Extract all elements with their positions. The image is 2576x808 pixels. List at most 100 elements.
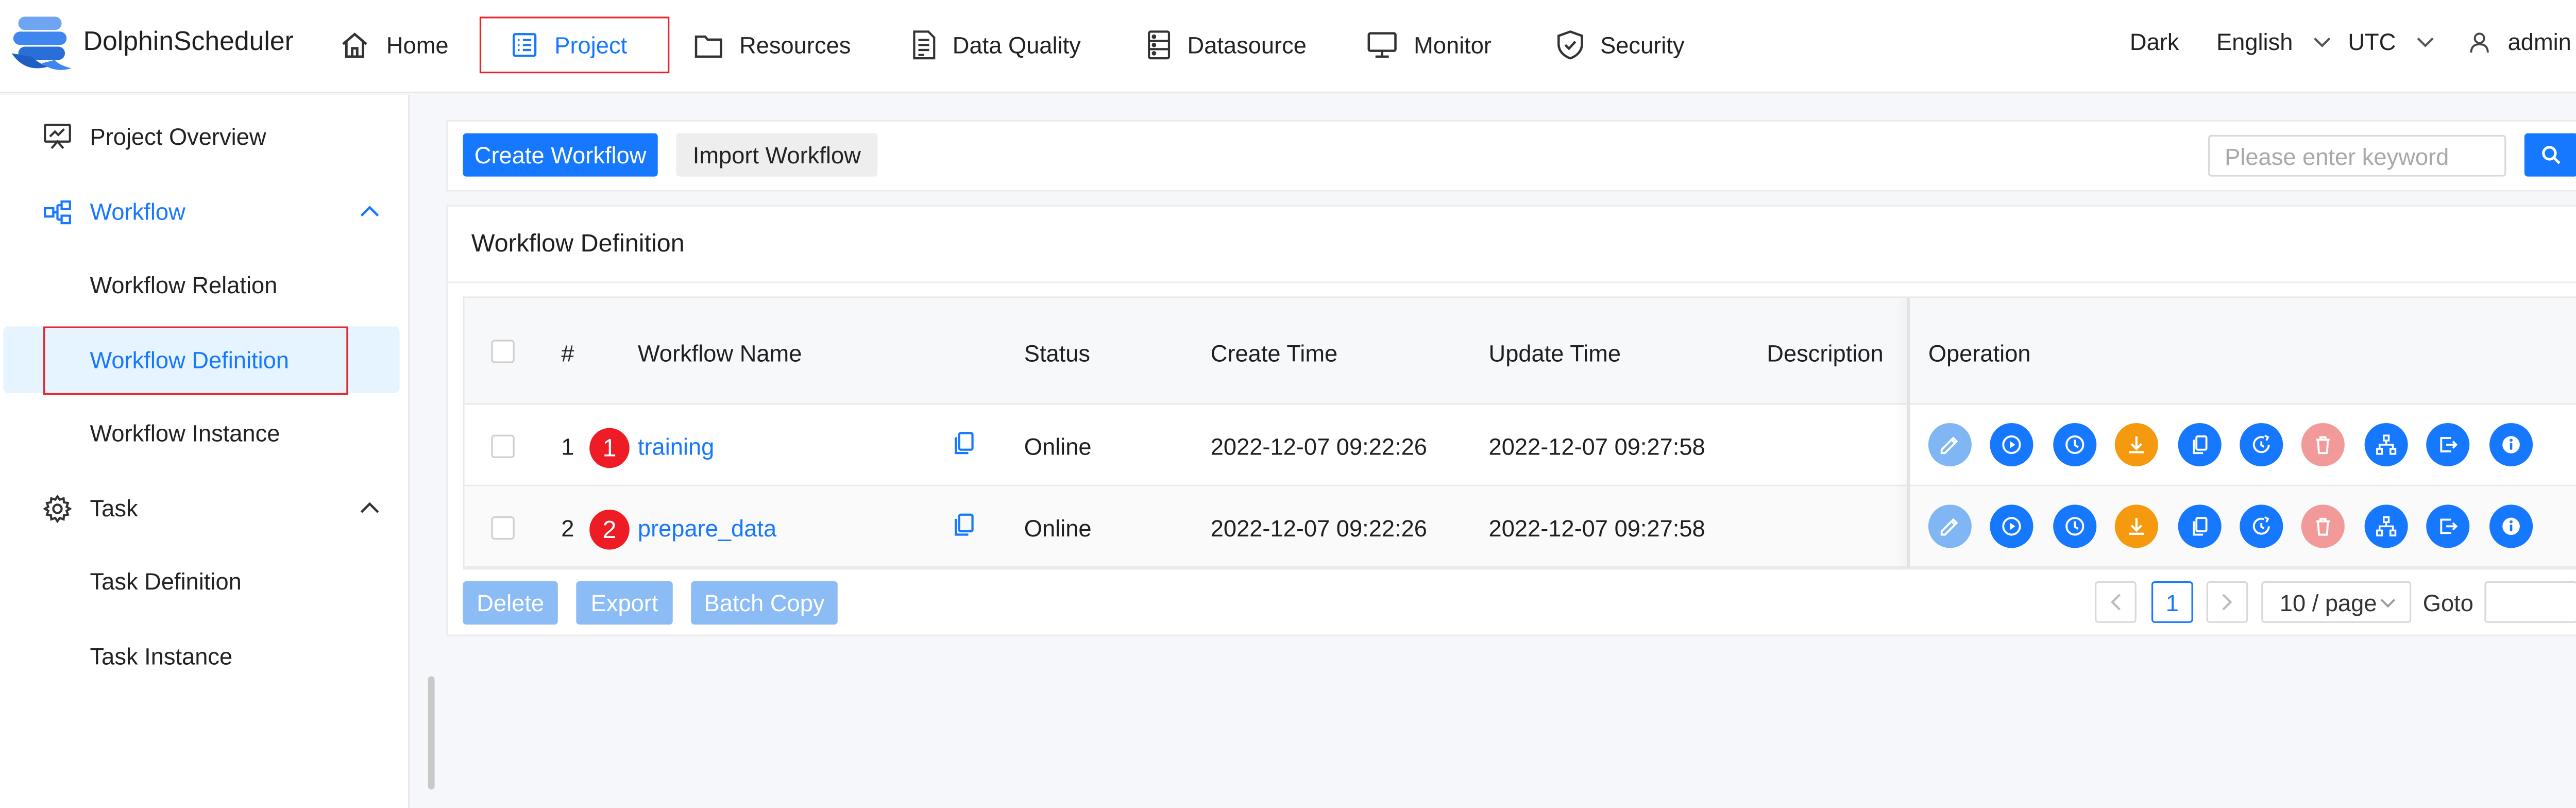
- timezone-select[interactable]: UTC: [2348, 28, 2434, 55]
- timer-button[interactable]: [2240, 504, 2283, 548]
- theme-label: Dark: [2129, 28, 2179, 55]
- user-menu[interactable]: admin: [2469, 28, 2576, 55]
- top-header: DolphinScheduler Home Project Resources …: [0, 0, 2576, 93]
- monitor-icon: [1367, 31, 1397, 58]
- tree-button[interactable]: [2364, 504, 2408, 548]
- search-icon: [2541, 145, 2561, 165]
- nav-datasource[interactable]: Datasource: [1147, 16, 1307, 73]
- nav-home-label: Home: [386, 31, 449, 59]
- app-name[interactable]: DolphinScheduler: [83, 28, 294, 58]
- info-button[interactable]: [2488, 504, 2532, 548]
- chevron-left-icon: [2110, 593, 2122, 612]
- create-workflow-button[interactable]: Create Workflow: [463, 133, 658, 177]
- sidebar-item-workflow-relation[interactable]: Workflow Relation: [0, 251, 400, 318]
- batch-copy-button[interactable]: Batch Copy: [691, 581, 838, 625]
- shield-icon: [1557, 30, 1584, 60]
- chevron-down-icon: [2380, 597, 2396, 607]
- nav-data-quality[interactable]: Data Quality: [912, 16, 1081, 73]
- dolphinscheduler-logo-icon[interactable]: [8, 13, 75, 77]
- prev-page-button[interactable]: [2095, 581, 2137, 623]
- download-button[interactable]: [2115, 423, 2159, 466]
- copy-button[interactable]: [2177, 504, 2221, 548]
- table-row: 1 1 training Online 2022-12-07 09:22:26 …: [464, 405, 2576, 486]
- user-name: admin: [2507, 28, 2571, 55]
- delete-button[interactable]: Delete: [463, 581, 558, 625]
- column-header-create-time: Create Time: [1210, 340, 1338, 367]
- folder-icon: [694, 32, 723, 57]
- import-workflow-button[interactable]: Import Workflow: [676, 133, 878, 177]
- next-page-button[interactable]: [2206, 581, 2248, 623]
- timezone-label: UTC: [2348, 28, 2396, 55]
- nav-security[interactable]: Security: [1557, 16, 1685, 73]
- copy-button[interactable]: [2177, 423, 2221, 466]
- column-header-workflow-name: Workflow Name: [637, 340, 802, 367]
- timer-icon: [2248, 431, 2275, 458]
- nav-datasource-label: Datasource: [1187, 31, 1307, 59]
- nav-resources[interactable]: Resources: [694, 16, 851, 73]
- export-button[interactable]: [2426, 504, 2470, 548]
- edit-button[interactable]: [1928, 423, 1972, 466]
- nav-monitor-label: Monitor: [1414, 31, 1492, 59]
- edit-button[interactable]: [1928, 504, 1972, 548]
- row-index: 2: [561, 514, 574, 542]
- tree-button[interactable]: [2364, 423, 2408, 466]
- database-icon: [1147, 30, 1171, 60]
- sidebar-item-project-overview[interactable]: Project Overview: [0, 103, 400, 170]
- play-circle-button[interactable]: [1990, 423, 2034, 466]
- trash-button[interactable]: [2302, 504, 2346, 548]
- trash-button[interactable]: [2302, 423, 2346, 466]
- sidebar-item-task-definition[interactable]: Task Definition: [0, 548, 400, 614]
- theme-toggle[interactable]: Dark: [2130, 28, 2179, 55]
- column-header-update-time: Update Time: [1488, 340, 1621, 367]
- goto-page-input[interactable]: [2484, 581, 2576, 623]
- download-button[interactable]: [2115, 504, 2159, 548]
- row-checkbox[interactable]: [491, 516, 515, 540]
- sidebar-item-workflow[interactable]: Workflow: [0, 178, 400, 245]
- sidebar-item-task[interactable]: Task: [0, 475, 400, 541]
- nav-home[interactable]: Home: [340, 16, 449, 73]
- export-button[interactable]: Export: [576, 581, 673, 625]
- copy-icon: [2185, 431, 2212, 458]
- tree-icon: [2372, 513, 2399, 540]
- info-button[interactable]: [2488, 423, 2532, 466]
- sidebar-item-label: Task Definition: [90, 568, 242, 595]
- nav-project[interactable]: Project: [479, 16, 670, 74]
- clock-button[interactable]: [2053, 423, 2096, 466]
- clock-button[interactable]: [2053, 504, 2096, 548]
- page-size-label: 10 / page: [2279, 588, 2377, 616]
- language-select[interactable]: English: [2216, 28, 2331, 55]
- nav-monitor[interactable]: Monitor: [1367, 16, 1492, 73]
- workflow-name-link[interactable]: prepare_data: [638, 515, 776, 542]
- column-header-description: Description: [1767, 340, 1884, 367]
- create-time-cell: 2022-12-07 09:22:26: [1210, 514, 1427, 542]
- sidebar-item-label: Workflow Instance: [90, 419, 280, 447]
- search-button[interactable]: [2524, 133, 2576, 177]
- nav-data-quality-label: Data Quality: [952, 31, 1081, 59]
- copy-icon: [2185, 513, 2212, 540]
- timer-button[interactable]: [2240, 423, 2283, 466]
- status-cell: Online: [1024, 433, 1092, 460]
- sidebar-item-label: Task: [90, 494, 138, 521]
- search-input[interactable]: [2208, 134, 2506, 177]
- update-time-cell: 2022-12-07 09:27:58: [1488, 433, 1705, 460]
- play-circle-button[interactable]: [1990, 504, 2034, 548]
- table-header: # Workflow Name Status Create Time Updat…: [464, 298, 2576, 405]
- row-checkbox[interactable]: [491, 434, 515, 458]
- sidebar-item-label: Project Overview: [90, 123, 266, 150]
- sidebar-scrollbar[interactable]: [428, 676, 435, 790]
- data-quality-icon: [912, 30, 936, 60]
- copy-name-icon[interactable]: [954, 431, 974, 454]
- sidebar-item-task-instance[interactable]: Task Instance: [0, 623, 400, 689]
- copy-name-icon[interactable]: [954, 513, 974, 536]
- trash-icon: [2310, 513, 2337, 540]
- project-icon: [511, 31, 538, 58]
- sidebar-item-workflow-definition[interactable]: Workflow Definition: [3, 326, 400, 393]
- page-number-button[interactable]: 1: [2151, 581, 2193, 623]
- page-size-select[interactable]: 10 / page: [2261, 581, 2412, 623]
- workflow-name-link[interactable]: training: [638, 433, 714, 460]
- create-time-cell: 2022-12-07 09:22:26: [1210, 433, 1427, 460]
- export-button[interactable]: [2426, 423, 2470, 466]
- select-all-checkbox[interactable]: [491, 340, 515, 363]
- sidebar-item-workflow-instance[interactable]: Workflow Instance: [0, 400, 400, 466]
- numbered-marker: 2: [589, 510, 630, 550]
